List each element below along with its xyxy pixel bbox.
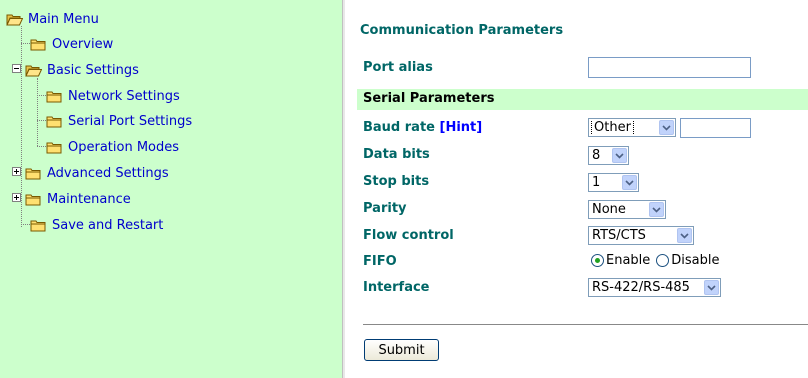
navigation-tree: Main Menu Overview Basic Settings Networ…: [0, 0, 342, 378]
form-divider: [363, 324, 808, 325]
data-bits-select[interactable]: 8: [588, 146, 629, 165]
tree-label: Save and Restart: [52, 217, 164, 233]
baud-rate-select[interactable]: Other: [588, 118, 676, 137]
collapse-toggle-basic-settings[interactable]: [12, 64, 21, 73]
submit-button[interactable]: Submit: [364, 339, 439, 361]
tree-item-maintenance[interactable]: Maintenance: [25, 189, 131, 209]
flow-control-label: Flow control: [363, 228, 454, 243]
fifo-disable-label[interactable]: Disable: [671, 253, 719, 268]
interface-label: Interface: [363, 280, 430, 295]
chevron-down-icon[interactable]: [704, 280, 719, 295]
folder-icon: [30, 38, 47, 51]
tree-label: Operation Modes: [68, 139, 180, 155]
chevron-down-icon[interactable]: [659, 120, 674, 135]
port-alias-input[interactable]: [588, 57, 751, 78]
tree-label: Maintenance: [47, 191, 131, 207]
chevron-down-icon[interactable]: [649, 202, 664, 217]
port-alias-label: Port alias: [363, 60, 433, 75]
baud-rate-label-text: Baud rate: [363, 120, 435, 135]
tree-label: Network Settings: [68, 88, 180, 104]
tree-item-advanced-settings[interactable]: Advanced Settings: [25, 163, 169, 183]
folder-icon: [25, 167, 42, 180]
tree-label: Basic Settings: [47, 62, 139, 78]
tree-connector: [21, 26, 22, 227]
expand-toggle-advanced-settings[interactable]: [12, 167, 21, 176]
baud-rate-value: Other: [591, 120, 634, 135]
baud-rate-label: Baud rate [Hint]: [363, 120, 482, 135]
tree-item-network-settings[interactable]: Network Settings: [46, 86, 180, 106]
baud-rate-custom-input[interactable]: [680, 118, 751, 138]
folder-icon: [25, 193, 42, 206]
stop-bits-select[interactable]: 1: [588, 173, 639, 192]
data-bits-value: 8: [592, 148, 601, 163]
tree-label-main-menu: Main Menu: [28, 11, 99, 27]
fifo-enable-radio[interactable]: [591, 254, 604, 267]
open-folder-icon: [6, 13, 23, 26]
interface-value: RS-422/RS-485: [592, 280, 690, 295]
parity-label: Parity: [363, 201, 407, 216]
folder-icon: [30, 219, 47, 232]
tree-label: Advanced Settings: [47, 165, 169, 181]
flow-control-select[interactable]: RTS/CTS: [588, 226, 694, 245]
chevron-down-icon[interactable]: [612, 148, 627, 163]
tree-connector: [37, 95, 46, 96]
tree-item-save-and-restart[interactable]: Save and Restart: [30, 215, 163, 235]
hint-link[interactable]: [Hint]: [440, 120, 483, 135]
parity-select[interactable]: None: [588, 200, 666, 219]
expand-toggle-maintenance[interactable]: [12, 193, 21, 202]
tree-connector: [37, 120, 46, 121]
folder-icon: [46, 141, 63, 154]
tree-item-main-menu[interactable]: Main Menu: [6, 9, 99, 29]
stop-bits-label: Stop bits: [363, 174, 430, 189]
page-title: Communication Parameters: [360, 23, 564, 38]
fifo-disable-radio[interactable]: [656, 254, 670, 267]
interface-select[interactable]: RS-422/RS-485: [588, 278, 721, 297]
tree-item-overview[interactable]: Overview: [30, 34, 113, 54]
open-folder-icon: [25, 64, 42, 77]
tree-connector: [21, 224, 30, 225]
tree-connector: [37, 146, 46, 147]
section-title: Serial Parameters: [363, 91, 495, 106]
tree-label: Serial Port Settings: [68, 113, 193, 129]
tree-connector: [21, 43, 30, 44]
tree-item-operation-modes[interactable]: Operation Modes: [46, 137, 179, 157]
fifo-label: FIFO: [363, 254, 397, 269]
fifo-enable-label[interactable]: Enable: [606, 253, 650, 268]
fifo-radio-group: Enable Disable: [591, 253, 726, 268]
content-pane: Communication Parameters Port alias Seri…: [345, 0, 808, 378]
chevron-down-icon[interactable]: [677, 228, 692, 243]
tree-item-basic-settings[interactable]: Basic Settings: [25, 60, 139, 80]
data-bits-label: Data bits: [363, 147, 430, 162]
folder-icon: [46, 115, 63, 128]
parity-value: None: [592, 202, 626, 217]
tree-connector: [37, 78, 38, 146]
stop-bits-value: 1: [592, 175, 601, 190]
chevron-down-icon[interactable]: [622, 175, 637, 190]
tree-label: Overview: [52, 36, 114, 52]
tree-item-serial-port-settings[interactable]: Serial Port Settings: [46, 111, 192, 131]
flow-control-value: RTS/CTS: [592, 228, 646, 243]
folder-icon: [46, 90, 63, 103]
serial-parameters-header: Serial Parameters: [357, 89, 808, 110]
